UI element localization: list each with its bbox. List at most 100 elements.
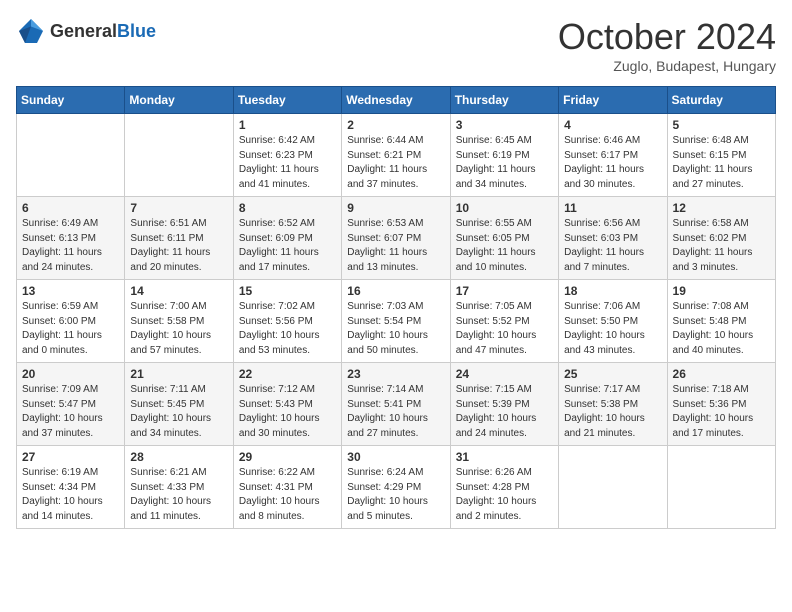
logo-text: GeneralBlue xyxy=(50,21,156,42)
calendar-cell xyxy=(667,446,775,529)
day-number: 31 xyxy=(456,450,553,464)
calendar-cell: 18Sunrise: 7:06 AMSunset: 5:50 PMDayligh… xyxy=(559,280,667,363)
day-number: 4 xyxy=(564,118,661,132)
cell-info: Sunrise: 6:56 AMSunset: 6:03 PMDaylight:… xyxy=(564,218,644,273)
calendar-cell: 15Sunrise: 7:02 AMSunset: 5:56 PMDayligh… xyxy=(233,280,341,363)
cell-info: Sunrise: 6:49 AMSunset: 6:13 PMDaylight:… xyxy=(22,218,102,273)
cell-info: Sunrise: 7:18 AMSunset: 5:36 PMDaylight:… xyxy=(673,384,754,439)
calendar-cell: 1Sunrise: 6:42 AMSunset: 6:23 PMDaylight… xyxy=(233,114,341,197)
cell-info: Sunrise: 6:24 AMSunset: 4:29 PMDaylight:… xyxy=(347,467,428,522)
calendar-cell: 7 Sunrise: 6:51 AMSunset: 6:11 PMDaylight… xyxy=(125,197,233,280)
logo: GeneralBlue xyxy=(16,16,156,46)
day-number: 26 xyxy=(673,367,770,381)
location: Zuglo, Budapest, Hungary xyxy=(558,58,776,74)
cell-info: Sunrise: 7:14 AMSunset: 5:41 PMDaylight:… xyxy=(347,384,428,439)
calendar-cell: 16 Sunrise: 7:03 AMSunset: 5:54 PMDayligh… xyxy=(342,280,450,363)
day-number: 7 xyxy=(130,201,227,215)
cell-info: Sunrise: 7:09 AMSunset: 5:47 PMDaylight:… xyxy=(22,384,103,439)
day-number: 25 xyxy=(564,367,661,381)
day-header-sunday: Sunday xyxy=(17,87,125,114)
day-number: 8 xyxy=(239,201,336,215)
day-number: 22 xyxy=(239,367,336,381)
page-header: GeneralBlue October 2024 Zuglo, Budapest… xyxy=(16,16,776,74)
day-number: 18 xyxy=(564,284,661,298)
day-number: 21 xyxy=(130,367,227,381)
cell-info: Sunrise: 6:58 AMSunset: 6:02 PMDaylight:… xyxy=(673,218,753,273)
cell-info: Sunrise: 7:03 AMSunset: 5:54 PMDaylight:… xyxy=(347,301,428,356)
calendar-cell: 11Sunrise: 6:56 AMSunset: 6:03 PMDayligh… xyxy=(559,197,667,280)
calendar-cell: 14Sunrise: 7:00 AMSunset: 5:58 PMDayligh… xyxy=(125,280,233,363)
calendar-cell: 10Sunrise: 6:55 AMSunset: 6:05 PMDayligh… xyxy=(450,197,558,280)
calendar-cell: 23 Sunrise: 7:14 AMSunset: 5:41 PMDayligh… xyxy=(342,363,450,446)
cell-info: Sunrise: 6:53 AMSunset: 6:07 PMDaylight:… xyxy=(347,218,427,273)
calendar-cell: 24Sunrise: 7:15 AMSunset: 5:39 PMDayligh… xyxy=(450,363,558,446)
day-number: 13 xyxy=(22,284,119,298)
calendar-cell: 31Sunrise: 6:26 AMSunset: 4:28 PMDayligh… xyxy=(450,446,558,529)
cell-info: Sunrise: 6:19 AMSunset: 4:34 PMDaylight:… xyxy=(22,467,103,522)
week-row-5: 27 Sunrise: 6:19 AMSunset: 4:34 PMDayligh… xyxy=(17,446,776,529)
cell-info: Sunrise: 6:46 AMSunset: 6:17 PMDaylight:… xyxy=(564,135,644,190)
day-number: 3 xyxy=(456,118,553,132)
calendar-cell: 3 Sunrise: 6:45 AMSunset: 6:19 PMDaylight… xyxy=(450,114,558,197)
calendar-cell xyxy=(17,114,125,197)
header-row: SundayMondayTuesdayWednesdayThursdayFrid… xyxy=(17,87,776,114)
cell-info: Sunrise: 6:48 AMSunset: 6:15 PMDaylight:… xyxy=(673,135,753,190)
calendar-cell xyxy=(125,114,233,197)
day-number: 28 xyxy=(130,450,227,464)
day-number: 5 xyxy=(673,118,770,132)
cell-info: Sunrise: 6:55 AMSunset: 6:05 PMDaylight:… xyxy=(456,218,536,273)
day-number: 6 xyxy=(22,201,119,215)
day-number: 24 xyxy=(456,367,553,381)
calendar-cell: 12Sunrise: 6:58 AMSunset: 6:02 PMDayligh… xyxy=(667,197,775,280)
cell-info: Sunrise: 7:08 AMSunset: 5:48 PMDaylight:… xyxy=(673,301,754,356)
calendar-cell: 5 Sunrise: 6:48 AMSunset: 6:15 PMDaylight… xyxy=(667,114,775,197)
calendar-cell: 28 Sunrise: 6:21 AMSunset: 4:33 PMDayligh… xyxy=(125,446,233,529)
week-row-1: 1Sunrise: 6:42 AMSunset: 6:23 PMDaylight… xyxy=(17,114,776,197)
cell-info: Sunrise: 7:00 AMSunset: 5:58 PMDaylight:… xyxy=(130,301,211,356)
calendar-cell: 13 Sunrise: 6:59 AMSunset: 6:00 PMDayligh… xyxy=(17,280,125,363)
day-number: 20 xyxy=(22,367,119,381)
generalblue-logo-icon xyxy=(16,16,46,46)
calendar-cell: 9 Sunrise: 6:53 AMSunset: 6:07 PMDaylight… xyxy=(342,197,450,280)
day-number: 30 xyxy=(347,450,444,464)
day-number: 23 xyxy=(347,367,444,381)
week-row-2: 6 Sunrise: 6:49 AMSunset: 6:13 PMDaylight… xyxy=(17,197,776,280)
day-header-saturday: Saturday xyxy=(667,87,775,114)
day-number: 16 xyxy=(347,284,444,298)
day-header-friday: Friday xyxy=(559,87,667,114)
calendar-cell: 6 Sunrise: 6:49 AMSunset: 6:13 PMDaylight… xyxy=(17,197,125,280)
cell-info: Sunrise: 6:59 AMSunset: 6:00 PMDaylight:… xyxy=(22,301,102,356)
calendar-cell: 25Sunrise: 7:17 AMSunset: 5:38 PMDayligh… xyxy=(559,363,667,446)
day-number: 27 xyxy=(22,450,119,464)
cell-info: Sunrise: 7:02 AMSunset: 5:56 PMDaylight:… xyxy=(239,301,320,356)
cell-info: Sunrise: 7:11 AMSunset: 5:45 PMDaylight:… xyxy=(130,384,211,439)
logo-blue: Blue xyxy=(117,21,156,41)
calendar-cell: 8Sunrise: 6:52 AMSunset: 6:09 PMDaylight… xyxy=(233,197,341,280)
day-header-thursday: Thursday xyxy=(450,87,558,114)
week-row-4: 20 Sunrise: 7:09 AMSunset: 5:47 PMDayligh… xyxy=(17,363,776,446)
logo-general: General xyxy=(50,21,117,41)
calendar-cell: 19 Sunrise: 7:08 AMSunset: 5:48 PMDayligh… xyxy=(667,280,775,363)
month-title: October 2024 xyxy=(558,16,776,58)
cell-info: Sunrise: 6:51 AMSunset: 6:11 PMDaylight:… xyxy=(130,218,210,273)
day-number: 17 xyxy=(456,284,553,298)
week-row-3: 13 Sunrise: 6:59 AMSunset: 6:00 PMDayligh… xyxy=(17,280,776,363)
day-number: 19 xyxy=(673,284,770,298)
day-number: 1 xyxy=(239,118,336,132)
calendar-cell: 22 Sunrise: 7:12 AMSunset: 5:43 PMDayligh… xyxy=(233,363,341,446)
calendar-cell: 29Sunrise: 6:22 AMSunset: 4:31 PMDayligh… xyxy=(233,446,341,529)
cell-info: Sunrise: 7:12 AMSunset: 5:43 PMDaylight:… xyxy=(239,384,320,439)
calendar-cell: 21 Sunrise: 7:11 AMSunset: 5:45 PMDayligh… xyxy=(125,363,233,446)
calendar-cell xyxy=(559,446,667,529)
calendar-cell: 4 Sunrise: 6:46 AMSunset: 6:17 PMDaylight… xyxy=(559,114,667,197)
calendar-cell: 26 Sunrise: 7:18 AMSunset: 5:36 PMDayligh… xyxy=(667,363,775,446)
calendar-cell: 20 Sunrise: 7:09 AMSunset: 5:47 PMDayligh… xyxy=(17,363,125,446)
cell-info: Sunrise: 6:22 AMSunset: 4:31 PMDaylight:… xyxy=(239,467,320,522)
cell-info: Sunrise: 6:21 AMSunset: 4:33 PMDaylight:… xyxy=(130,467,211,522)
day-number: 2 xyxy=(347,118,444,132)
title-block: October 2024 Zuglo, Budapest, Hungary xyxy=(558,16,776,74)
day-number: 9 xyxy=(347,201,444,215)
cell-info: Sunrise: 6:45 AMSunset: 6:19 PMDaylight:… xyxy=(456,135,536,190)
calendar-cell: 30 Sunrise: 6:24 AMSunset: 4:29 PMDayligh… xyxy=(342,446,450,529)
day-header-wednesday: Wednesday xyxy=(342,87,450,114)
